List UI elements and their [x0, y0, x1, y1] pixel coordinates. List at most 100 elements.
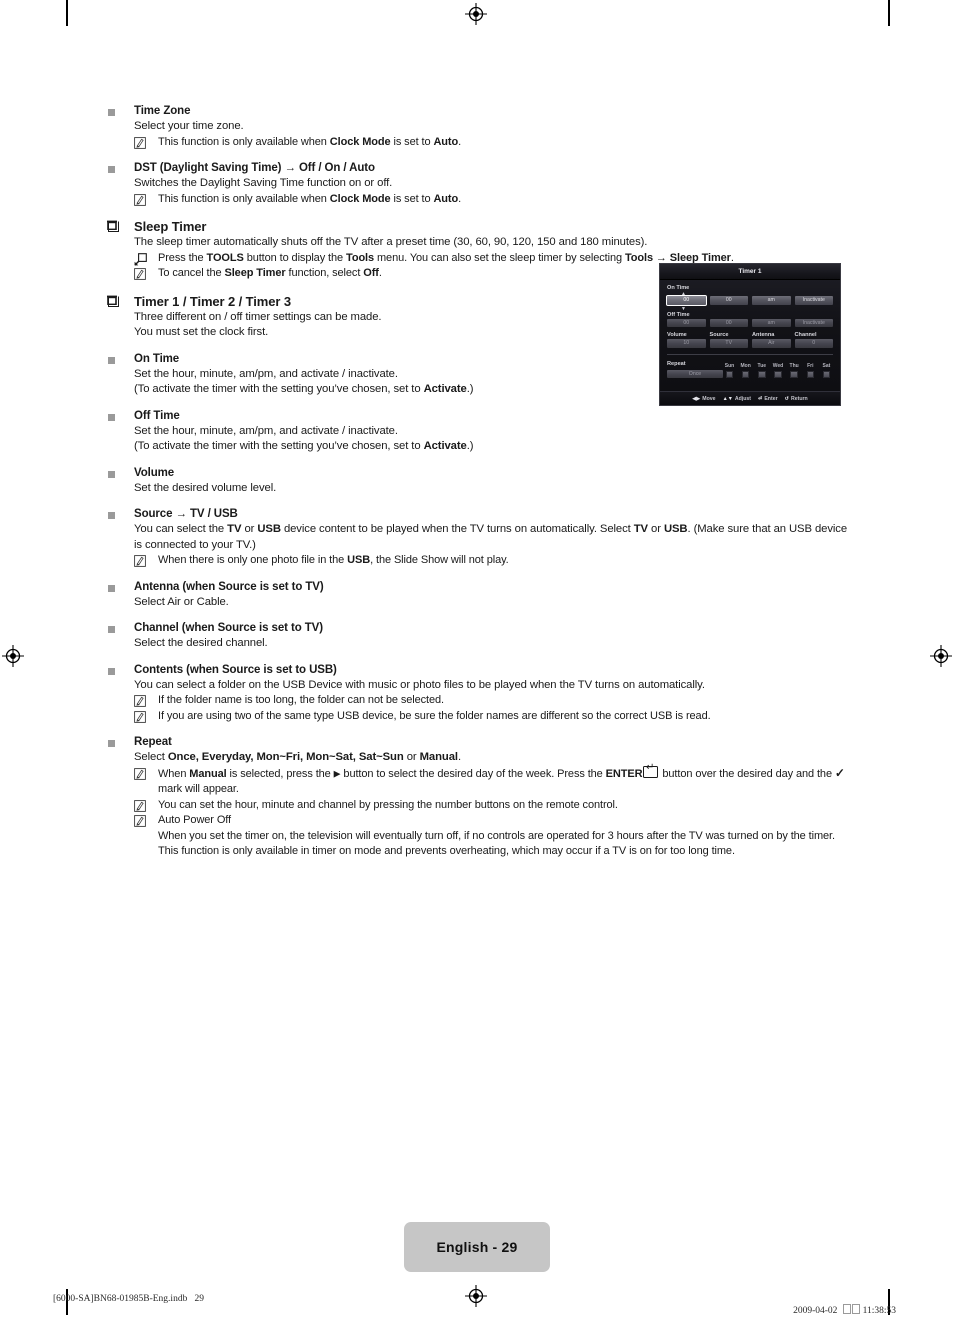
square-bullet-icon	[108, 356, 115, 364]
square-bullet-icon	[108, 166, 115, 173]
crop-mark-top-right	[888, 0, 890, 26]
note-text: To cancel the Sleep Timer function, sele…	[158, 267, 382, 279]
unknown-glyph-box-2	[851, 1304, 860, 1314]
osd-day-checkbox-fri[interactable]	[806, 370, 815, 378]
page-number-label: English - 29	[436, 1239, 518, 1255]
osd-off-ampm-field[interactable]: am	[752, 318, 791, 327]
manual-page: Time Zone Select your time zone. This func…	[0, 0, 954, 1316]
square-bullet-icon	[108, 667, 115, 675]
osd-day-label-thu: Thu	[789, 362, 799, 369]
osd-day-checkbox-thu[interactable]	[790, 370, 798, 378]
osd-day-label-mon: Mon	[740, 362, 751, 369]
note-icon	[134, 555, 146, 567]
registration-target-top	[465, 3, 487, 25]
osd-on-ampm-field[interactable]: am	[752, 296, 791, 305]
chapter-bullet-icon	[107, 221, 119, 232]
osd-day-checkbox-mon[interactable]	[741, 370, 750, 378]
osd-on-state-field[interactable]: Inactivate	[794, 296, 833, 305]
note-text: Auto Power Off When you set the timer on,…	[158, 814, 835, 857]
osd-off-time-row: 00 00 am Inactivate	[667, 318, 833, 327]
osd-day-label-wed: Wed	[772, 362, 784, 369]
osd-footer-hints: ◀▶ Move ▲▼ Adjust ⏎ Enter ↺ Return	[660, 391, 840, 405]
note-line: This function is only available when Clo…	[134, 192, 848, 208]
note-icon	[134, 268, 146, 280]
section-heading: Antenna (when Source is set to TV)	[134, 580, 324, 593]
osd-on-time-label: On Time	[667, 285, 690, 291]
osd-off-minute-field[interactable]: 00	[709, 318, 748, 327]
osd-day-label-sun: Sun	[724, 362, 735, 369]
osd-repeat-field[interactable]: Once	[667, 369, 723, 378]
left-right-arrows-icon: ◀▶	[692, 395, 701, 402]
osd-channel-field[interactable]: 0	[794, 339, 833, 348]
note-line: You can set the hour, minute and channel…	[134, 798, 848, 814]
section-heading: Time Zone	[134, 105, 191, 117]
osd-hint-label: Return	[790, 395, 808, 402]
osd-hint-adjust: ▲▼ Adjust	[723, 396, 751, 402]
up-down-arrows-icon: ▲▼	[722, 395, 733, 402]
osd-hint-move: ◀▶ Move	[692, 396, 715, 402]
return-arrow-icon: ↺	[784, 395, 789, 402]
osd-volume-field[interactable]: 10	[667, 339, 706, 348]
note-line: If you are using two of the same type US…	[134, 709, 848, 725]
osd-off-time-label: Off Time	[667, 311, 690, 318]
osd-source-label: Source	[709, 332, 729, 338]
section-paragraph: Select your time zone.	[134, 120, 244, 132]
tools-icon	[134, 252, 147, 266]
note-icon	[134, 767, 146, 780]
note-icon	[134, 136, 146, 149]
section-volume: Volume Set the desired volume level.	[108, 466, 848, 497]
osd-day-label-sat: Sat	[822, 362, 831, 369]
square-bullet-icon	[108, 470, 115, 478]
section-repeat: Repeat Select Once, Everyday, Mon~Fri, Mo…	[108, 735, 848, 860]
osd-day-checkbox-wed[interactable]	[774, 370, 782, 378]
note-text: You can set the hour, minute and channel…	[158, 798, 618, 811]
section-heading: DST (Daylight Saving Time) → Off / On / …	[134, 162, 375, 174]
osd-hint-label: Adjust	[734, 395, 751, 402]
section-paragraph: (To activate the timer with the setting …	[134, 440, 474, 452]
note-line: This function is only available when Clo…	[134, 135, 848, 151]
osd-day-checkboxes	[723, 370, 833, 378]
note-text: Press the TOOLS button to display the To…	[158, 251, 734, 264]
note-icon	[134, 799, 146, 812]
osd-hint-label: Enter	[764, 395, 778, 402]
osd-day-label-fri: Fri	[807, 362, 814, 369]
osd-off-hour-field[interactable]: 00	[667, 318, 706, 327]
section-contents: Contents (when Source is set to USB) You …	[108, 663, 848, 725]
osd-day-checkbox-tue[interactable]	[758, 370, 766, 378]
osd-on-minute-field[interactable]: 00	[709, 296, 748, 305]
section-paragraph: Set the desired volume level.	[134, 481, 277, 494]
square-bullet-icon	[108, 584, 115, 592]
section-time-zone: Time Zone Select your time zone. This func…	[108, 104, 848, 150]
osd-antenna-field[interactable]: Air	[752, 339, 791, 348]
note-line: When there is only one photo file in the…	[134, 553, 848, 569]
osd-source-field[interactable]: TV	[709, 339, 748, 348]
note-icon	[134, 815, 146, 827]
osd-on-time-row: 00 00 am Inactivate	[666, 295, 833, 306]
osd-hint-return: ↺ Return	[785, 396, 808, 402]
section-paragraph: Select Once, Everyday, Mon~Fri, Mon~Sat,…	[134, 751, 461, 763]
osd-day-checkbox-sun[interactable]	[725, 370, 734, 378]
osd-on-hour-field[interactable]: 00	[666, 295, 707, 306]
osd-channel-label: Channel	[794, 332, 817, 338]
osd-quad-labels: Volume Source Antenna Channel	[667, 331, 833, 339]
note-text: If the folder name is too long, the fold…	[158, 694, 444, 706]
page-number-badge: English - 29	[404, 1222, 550, 1272]
section-heading: Repeat	[134, 736, 172, 748]
section-paragraph: The sleep timer automatically shuts off …	[134, 236, 648, 248]
osd-divider	[667, 353, 833, 355]
osd-day-checkbox-sat[interactable]	[822, 370, 831, 378]
osd-repeat-row: Repeat Once Sun Mon Tue Wed Thu Fri Sat	[667, 360, 833, 378]
section-heading: Contents (when Source is set to USB)	[134, 663, 337, 676]
registration-target-left	[2, 645, 24, 667]
section-heading: Channel (when Source is set to TV)	[134, 622, 323, 634]
osd-repeat-label: Repeat	[667, 360, 686, 367]
square-bullet-icon	[108, 626, 115, 633]
section-paragraph: You can select a folder on the USB Devic…	[134, 678, 705, 691]
crop-mark-top-left	[66, 0, 68, 26]
osd-off-state-field[interactable]: Inactivate	[794, 318, 833, 327]
osd-quad-values: 10 TV Air 0	[667, 339, 833, 348]
section-heading: Source → TV / USB	[134, 508, 238, 520]
section-source: Source → TV / USB You can select the TV o…	[108, 507, 848, 569]
registration-target-right	[930, 645, 952, 667]
square-bullet-icon	[108, 109, 115, 116]
